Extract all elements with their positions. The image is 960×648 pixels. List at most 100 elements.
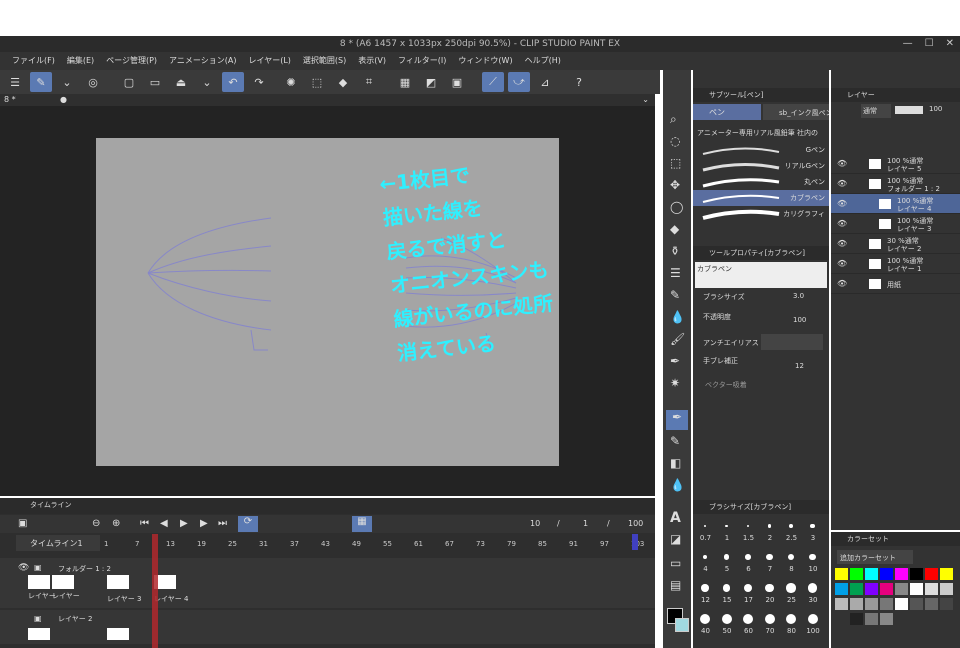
brush-size-dot[interactable] — [789, 524, 793, 528]
menu-page[interactable]: ページ管理(P) — [100, 52, 163, 70]
brush-size-label[interactable]: 20 — [760, 596, 781, 604]
brush-size-dot[interactable] — [704, 525, 706, 527]
next-frame-icon[interactable]: ▶ — [200, 518, 208, 529]
rotate-icon[interactable]: ◌ — [670, 134, 680, 148]
move-icon[interactable]: ✥ — [670, 178, 680, 192]
visibility-icon[interactable]: 👁 — [837, 159, 847, 168]
brush-size-label[interactable]: 40 — [695, 627, 716, 635]
color-swatch[interactable] — [835, 598, 848, 610]
layer-row[interactable]: 👁 100 %通常 レイヤー 1 — [831, 254, 960, 274]
color-swatch[interactable] — [925, 568, 938, 580]
menu-view[interactable]: 表示(V) — [352, 52, 392, 70]
brush-size-dot[interactable] — [767, 524, 772, 528]
visibility-icon[interactable]: 👁 — [837, 219, 847, 228]
cell-thumbnail[interactable] — [28, 628, 50, 640]
loading-icon[interactable]: ✺ — [280, 72, 302, 92]
redo-icon[interactable]: ↷ — [248, 72, 270, 92]
tab-ink-pen[interactable]: sb_インク風ペン — [763, 104, 829, 120]
blur-icon[interactable]: 💧 — [670, 310, 685, 324]
color-swatch[interactable] — [880, 583, 893, 595]
brush-size-dot[interactable] — [766, 553, 773, 561]
loop-icon[interactable]: ⟳ — [238, 516, 258, 532]
layer-track[interactable]: ▣ レイヤー 2 — [0, 610, 655, 644]
cell-thumbnail[interactable] — [107, 575, 129, 589]
close-button[interactable]: ✕ — [946, 36, 954, 52]
help-icon[interactable]: ? — [568, 72, 590, 92]
color-swatch[interactable] — [940, 598, 953, 610]
layer-icon[interactable]: ▤ — [670, 578, 681, 592]
menu-layer[interactable]: レイヤー(L) — [242, 52, 296, 70]
transparent-icon[interactable]: ◩ — [420, 72, 442, 92]
brush-size-label[interactable]: 10 — [803, 565, 824, 573]
menu-selection[interactable]: 選択範囲(S) — [297, 52, 352, 70]
fill-icon[interactable]: ◆ — [332, 72, 354, 92]
zoom-out-icon[interactable]: ⊖ — [92, 518, 100, 529]
antialias-selector[interactable] — [761, 334, 823, 350]
brush-size-dot[interactable] — [810, 523, 815, 529]
brush-size-dot[interactable] — [786, 583, 796, 593]
camera-icon[interactable]: ◎ — [82, 72, 104, 92]
lasso-icon[interactable]: ◯ — [670, 200, 683, 214]
timeline-select[interactable]: タイムライン1 — [16, 535, 100, 551]
subtool-group[interactable]: アニメーター専用リアル風鉛筆 社内の — [697, 128, 827, 138]
brush-size-dot[interactable] — [807, 583, 818, 593]
layer-row[interactable]: 👁 用紙 — [831, 274, 960, 294]
brush-size-label[interactable]: 15 — [717, 596, 738, 604]
cell-thumbnail[interactable] — [28, 575, 50, 589]
background-color-swatch[interactable] — [675, 618, 689, 632]
crop-icon[interactable]: ⌗ — [358, 72, 380, 92]
chevron-down-icon[interactable]: ⌄ — [56, 72, 78, 92]
color-swatch[interactable] — [850, 598, 863, 610]
close-tab-icon[interactable]: ● — [60, 94, 67, 106]
brush-size-label[interactable]: 50 — [717, 627, 738, 635]
ruler-icon[interactable]: ⊿ — [534, 72, 556, 92]
tab-pen[interactable]: ペン — [693, 104, 761, 120]
color-swatch[interactable] — [880, 613, 893, 625]
clear-icon[interactable]: ⬚ — [306, 72, 328, 92]
brush-size-label[interactable]: 12 — [695, 596, 716, 604]
color-swatch[interactable] — [895, 598, 908, 610]
undo-icon[interactable]: ↶ — [222, 72, 244, 92]
eraser-icon[interactable]: ◧ — [670, 456, 681, 470]
brush-size-label[interactable]: 100 — [803, 627, 824, 635]
brush-size-label[interactable]: 1.5 — [738, 534, 759, 542]
color-swatch[interactable] — [880, 598, 893, 610]
menu-file[interactable]: ファイル(F) — [6, 52, 61, 70]
text-icon[interactable]: A — [670, 510, 681, 526]
menu-edit[interactable]: 編集(E) — [61, 52, 100, 70]
color-swatch[interactable] — [925, 583, 938, 595]
dropper-icon[interactable]: ✒ — [670, 354, 680, 368]
brush-size-dot[interactable] — [725, 524, 728, 528]
layer-row[interactable]: 👁 100 %通常 レイヤー 3 — [831, 214, 960, 234]
onion-skin-icon[interactable]: ▦ — [352, 516, 372, 532]
document-tab[interactable]: 8 * ● ⌄ — [0, 94, 655, 106]
visibility-icon[interactable]: 👁 — [837, 239, 847, 248]
menu-animation[interactable]: アニメーション(A) — [163, 52, 242, 70]
playhead[interactable] — [152, 534, 158, 648]
brush-size-dot[interactable] — [809, 553, 816, 561]
maximize-button[interactable]: ☐ — [925, 36, 934, 52]
brush-size-label[interactable]: 17 — [738, 596, 759, 604]
save-icon[interactable]: ⏏ — [170, 72, 192, 92]
transparent-icon[interactable]: ▦ — [394, 72, 416, 92]
brush-size-label[interactable]: 1 — [717, 534, 738, 542]
brush-size-label[interactable]: 4 — [695, 565, 716, 573]
brush-size-label[interactable]: 70 — [760, 627, 781, 635]
new-layer-icon[interactable]: ▣ — [18, 518, 27, 529]
operation-icon[interactable]: ⬚ — [670, 156, 681, 170]
layer-row[interactable]: 👁 100 %通常 フォルダー 1 : 2 — [831, 174, 960, 194]
cell-thumbnail[interactable] — [52, 575, 74, 589]
zoom-icon[interactable]: ⌕ — [670, 112, 677, 127]
first-frame-icon[interactable]: ⏮ — [140, 518, 149, 529]
pen-icon[interactable]: ✒ — [666, 410, 688, 430]
visibility-icon[interactable]: 👁 — [18, 563, 29, 573]
visibility-icon[interactable]: 👁 — [837, 259, 847, 268]
visibility-icon[interactable]: 👁 — [837, 199, 847, 208]
blend-mode-select[interactable]: 通常 — [861, 104, 891, 118]
frame-icon[interactable]: ▣ — [446, 72, 468, 92]
pencil-icon[interactable]: ✎ — [670, 288, 680, 302]
brush-size-dot[interactable] — [764, 614, 775, 624]
end-marker[interactable] — [632, 534, 638, 550]
chevron-down-icon[interactable]: ⌄ — [196, 72, 218, 92]
folder-track[interactable]: 👁 ▣ フォルダー 1 : 2 レイヤー レイヤー レイヤー 3 レイヤー 4 — [0, 558, 655, 608]
